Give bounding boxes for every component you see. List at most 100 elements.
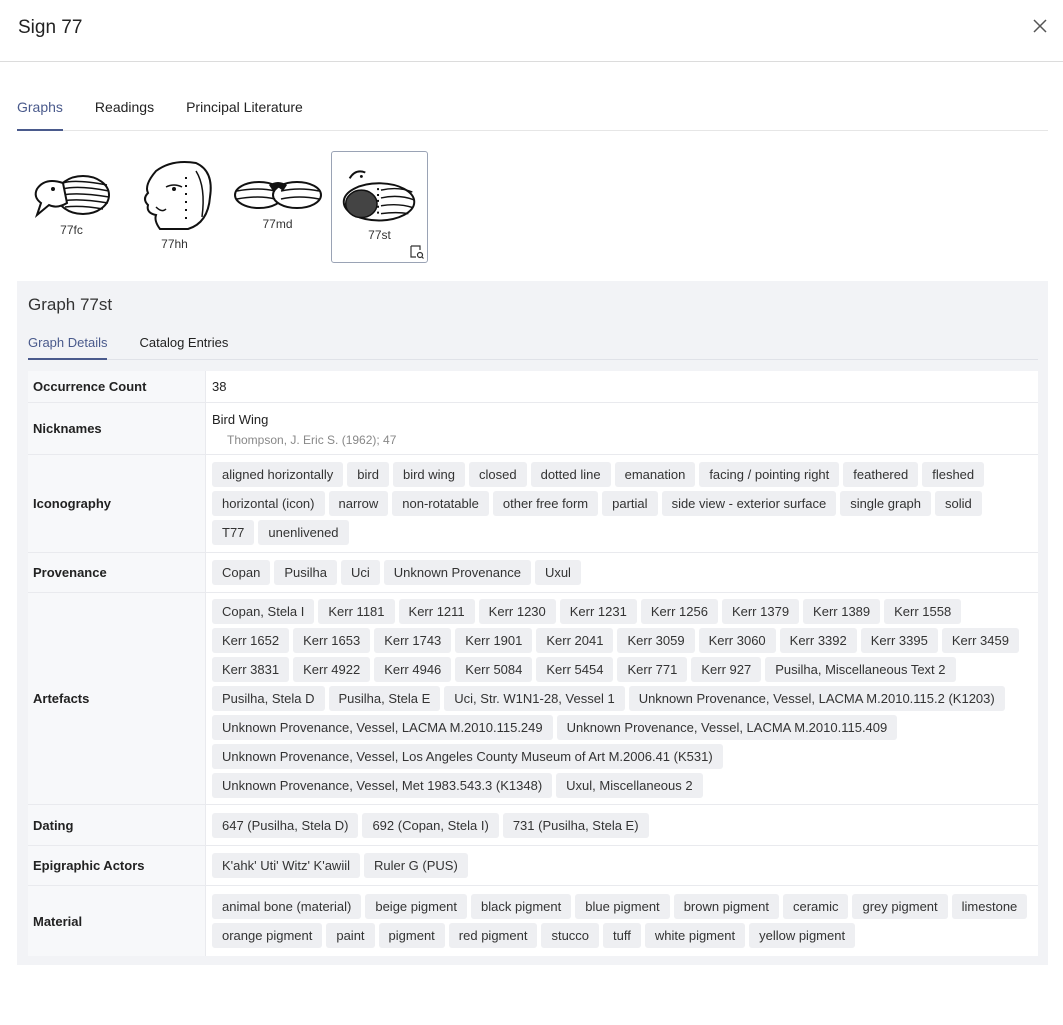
- iconography-tag[interactable]: closed: [469, 462, 527, 487]
- epigraphic-actors-tags: K'ahk' Uti' Witz' K'awiil Ruler G (PUS): [206, 846, 1038, 885]
- iconography-tag[interactable]: narrow: [328, 491, 389, 516]
- material-tag[interactable]: white pigment: [644, 923, 746, 948]
- artefacts-tag[interactable]: Kerr 5084: [455, 657, 533, 682]
- artefacts-tag[interactable]: Unknown Provenance, Vessel, LACMA M.2010…: [556, 715, 898, 740]
- artefacts-tag[interactable]: Kerr 3831: [212, 657, 290, 682]
- material-tag[interactable]: animal bone (material): [212, 894, 362, 919]
- artefacts-tag[interactable]: Kerr 4946: [374, 657, 452, 682]
- artefacts-tag[interactable]: Kerr 1389: [803, 599, 881, 624]
- artefacts-tag[interactable]: Kerr 3395: [860, 628, 938, 653]
- artefacts-tag[interactable]: Kerr 3060: [698, 628, 776, 653]
- artefacts-tag[interactable]: Kerr 1256: [640, 599, 718, 624]
- iconography-tag[interactable]: non-rotatable: [392, 491, 489, 516]
- artefacts-tag[interactable]: Kerr 771: [617, 657, 688, 682]
- artefacts-tag[interactable]: Kerr 1558: [884, 599, 962, 624]
- provenance-tag[interactable]: Uxul: [534, 560, 581, 585]
- artefacts-tag[interactable]: Pusilha, Stela D: [212, 686, 325, 711]
- artefacts-tag[interactable]: Kerr 1231: [559, 599, 637, 624]
- iconography-tag[interactable]: facing / pointing right: [699, 462, 840, 487]
- actors-tag[interactable]: Ruler G (PUS): [364, 853, 468, 878]
- graph-77hh[interactable]: 77hh: [126, 151, 223, 263]
- row-provenance: Provenance Copan Pusilha Uci Unknown Proven…: [28, 553, 1038, 593]
- iconography-tag[interactable]: unenlivened: [258, 520, 349, 545]
- graph-77st[interactable]: 77st: [331, 151, 428, 263]
- provenance-tag[interactable]: Copan: [212, 560, 271, 585]
- iconography-tag[interactable]: bird wing: [392, 462, 466, 487]
- iconography-tag[interactable]: solid: [935, 491, 982, 516]
- artefacts-tag[interactable]: Copan, Stela I: [212, 599, 315, 624]
- dating-tag[interactable]: 647 (Pusilha, Stela D): [212, 812, 359, 838]
- iconography-tag[interactable]: aligned horizontally: [212, 462, 344, 487]
- iconography-tag[interactable]: horizontal (icon): [212, 491, 325, 516]
- artefacts-tag[interactable]: Uxul, Miscellaneous 2: [556, 773, 703, 798]
- tab-catalog-entries[interactable]: Catalog Entries: [139, 329, 228, 360]
- artefacts-tag[interactable]: Kerr 5454: [536, 657, 614, 682]
- field-label: Occurrence Count: [28, 371, 206, 402]
- artefacts-tag[interactable]: Uci, Str. W1N1-28, Vessel 1: [444, 686, 625, 711]
- provenance-tag[interactable]: Uci: [340, 560, 380, 585]
- artefacts-tag[interactable]: Kerr 1230: [478, 599, 556, 624]
- material-tag[interactable]: yellow pigment: [749, 923, 856, 948]
- artefacts-tag[interactable]: Kerr 1652: [212, 628, 290, 653]
- artefacts-tag[interactable]: Kerr 3392: [779, 628, 857, 653]
- provenance-tag[interactable]: Unknown Provenance: [383, 560, 531, 585]
- graph-detail-panel: Graph 77st Graph Details Catalog Entries…: [17, 281, 1048, 965]
- iconography-tag[interactable]: emanation: [614, 462, 696, 487]
- material-tag[interactable]: brown pigment: [673, 894, 779, 919]
- material-tag[interactable]: beige pigment: [365, 894, 468, 919]
- artefacts-tag[interactable]: Kerr 1901: [455, 628, 533, 653]
- tab-readings[interactable]: Readings: [95, 92, 154, 131]
- material-tag[interactable]: orange pigment: [212, 923, 323, 948]
- material-tag[interactable]: tuff: [603, 923, 641, 948]
- provenance-tag[interactable]: Pusilha: [274, 560, 337, 585]
- material-tag[interactable]: grey pigment: [852, 894, 948, 919]
- iconography-tag[interactable]: partial: [602, 491, 658, 516]
- iconography-tag[interactable]: single graph: [840, 491, 932, 516]
- graph-77md[interactable]: 77md: [229, 151, 326, 263]
- artefacts-tag[interactable]: Kerr 1379: [721, 599, 800, 624]
- material-tag[interactable]: ceramic: [782, 894, 849, 919]
- iconography-tag[interactable]: dotted line: [530, 462, 611, 487]
- artefacts-tag[interactable]: Kerr 1181: [318, 599, 395, 624]
- field-label: Material: [28, 886, 206, 956]
- material-tag[interactable]: paint: [326, 923, 375, 948]
- material-tag[interactable]: limestone: [951, 894, 1028, 919]
- material-tag[interactable]: red pigment: [448, 923, 538, 948]
- dating-tag[interactable]: 731 (Pusilha, Stela E): [502, 812, 649, 838]
- close-icon[interactable]: [1031, 17, 1049, 35]
- artefacts-tag[interactable]: Kerr 1743: [374, 628, 452, 653]
- artefacts-tag[interactable]: Unknown Provenance, Vessel, Los Angeles …: [212, 744, 723, 769]
- artefacts-tag[interactable]: Unknown Provenance, Vessel, LACMA M.2010…: [212, 715, 553, 740]
- artefacts-tag[interactable]: Kerr 1211: [398, 599, 475, 624]
- zoom-icon[interactable]: [410, 245, 424, 259]
- material-tag[interactable]: blue pigment: [575, 894, 670, 919]
- iconography-tag[interactable]: other free form: [492, 491, 599, 516]
- dating-tag[interactable]: 692 (Copan, Stela I): [362, 812, 499, 838]
- graph-label: 77hh: [161, 237, 188, 251]
- material-tag[interactable]: stucco: [541, 923, 600, 948]
- glyph-77st-image: [342, 170, 416, 222]
- artefacts-tag[interactable]: Kerr 927: [691, 657, 762, 682]
- tab-graph-details[interactable]: Graph Details: [28, 329, 108, 360]
- iconography-tag[interactable]: side view - exterior surface: [661, 491, 837, 516]
- artefacts-tag[interactable]: Pusilha, Stela E: [328, 686, 441, 711]
- artefacts-tag[interactable]: Kerr 4922: [293, 657, 371, 682]
- artefacts-tag[interactable]: Kerr 3059: [617, 628, 695, 653]
- tab-graphs[interactable]: Graphs: [17, 92, 63, 131]
- artefacts-tag[interactable]: Unknown Provenance, Vessel, Met 1983.543…: [212, 773, 553, 798]
- artefacts-tag[interactable]: Unknown Provenance, Vessel, LACMA M.2010…: [628, 686, 1005, 711]
- iconography-tag[interactable]: fleshed: [922, 462, 985, 487]
- material-tag[interactable]: pigment: [378, 923, 445, 948]
- graph-77fc[interactable]: 77fc: [23, 151, 120, 263]
- iconography-tag[interactable]: feathered: [843, 462, 919, 487]
- iconography-tag[interactable]: T77: [212, 520, 255, 545]
- field-label: Nicknames: [28, 403, 206, 454]
- artefacts-tag[interactable]: Kerr 1653: [293, 628, 371, 653]
- material-tag[interactable]: black pigment: [471, 894, 572, 919]
- actors-tag[interactable]: K'ahk' Uti' Witz' K'awiil: [212, 853, 360, 878]
- iconography-tag[interactable]: bird: [347, 462, 389, 487]
- tab-principal-literature[interactable]: Principal Literature: [186, 92, 303, 131]
- artefacts-tag[interactable]: Kerr 2041: [536, 628, 614, 653]
- artefacts-tag[interactable]: Pusilha, Miscellaneous Text 2: [765, 657, 956, 682]
- artefacts-tag[interactable]: Kerr 3459: [941, 628, 1019, 653]
